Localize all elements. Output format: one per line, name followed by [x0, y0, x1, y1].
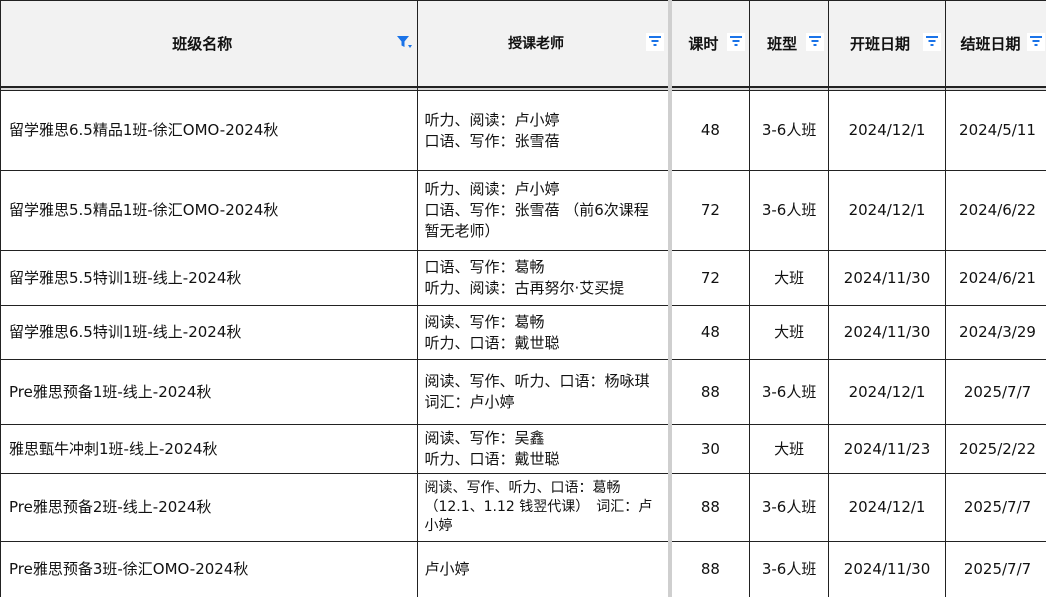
- type-cell[interactable]: 大班: [749, 250, 830, 306]
- header-teacher: 授课老师: [417, 0, 671, 88]
- table-row[interactable]: 留学雅思6.5特训1班-线上-2024秋 阅读、写作：葛畅 听力、口语：戴世聪 …: [0, 305, 1050, 360]
- table-row[interactable]: 留学雅思6.5精品1班-徐汇OMO-2024秋 听力、阅读：卢小婷 口语、写作：…: [0, 90, 1050, 171]
- end-date-cell[interactable]: 2025/7/7: [945, 359, 1050, 425]
- teacher-cell[interactable]: 阅读、写作、听力、口语：葛畅（12.1、1.12 钱翌代课） 词汇：卢小婷: [417, 473, 671, 542]
- table-row[interactable]: 留学雅思5.5精品1班-徐汇OMO-2024秋 听力、阅读：卢小婷 口语、写作：…: [0, 170, 1050, 251]
- filter-icon[interactable]: [1027, 33, 1045, 51]
- hours-cell[interactable]: 30: [667, 424, 751, 474]
- type-cell[interactable]: 3-6人班: [749, 541, 830, 597]
- teacher-cell[interactable]: 阅读、写作、听力、口语：杨咏琪 词汇：卢小婷: [417, 359, 671, 425]
- class-name-cell[interactable]: 留学雅思6.5特训1班-线上-2024秋: [0, 305, 419, 360]
- sheet-right-edge: [1046, 0, 1050, 597]
- end-date-cell[interactable]: 2024/5/11: [945, 90, 1050, 171]
- hours-cell[interactable]: 88: [667, 473, 751, 542]
- table-row[interactable]: 留学雅思5.5特训1班-线上-2024秋 口语、写作：葛畅 听力、阅读：古再努尔…: [0, 250, 1050, 306]
- class-name-cell[interactable]: 留学雅思5.5精品1班-徐汇OMO-2024秋: [0, 170, 419, 251]
- class-table: 班级名称 授课老师 课时 班型 开班日期 结班日期 留学雅思6.5精品1班-徐汇…: [0, 0, 1050, 597]
- type-cell[interactable]: 3-6人班: [749, 359, 830, 425]
- end-date-cell[interactable]: 2025/7/7: [945, 541, 1050, 597]
- filter-active-icon[interactable]: [395, 33, 413, 51]
- class-name-cell[interactable]: 留学雅思6.5精品1班-徐汇OMO-2024秋: [0, 90, 419, 171]
- table-row[interactable]: Pre雅思预备1班-线上-2024秋 阅读、写作、听力、口语：杨咏琪 词汇：卢小…: [0, 359, 1050, 425]
- class-name-cell[interactable]: 留学雅思5.5特训1班-线上-2024秋: [0, 250, 419, 306]
- hours-cell[interactable]: 72: [667, 250, 751, 306]
- header-class-name: 班级名称: [0, 0, 419, 88]
- filter-icon[interactable]: [727, 33, 746, 51]
- header-row: 班级名称 授课老师 课时 班型 开班日期 结班日期: [0, 0, 1050, 88]
- end-date-cell[interactable]: 2024/6/22: [945, 170, 1050, 251]
- header-start: 开班日期: [828, 0, 946, 88]
- header-hours: 课时: [667, 0, 751, 88]
- type-cell[interactable]: 3-6人班: [749, 170, 830, 251]
- teacher-cell[interactable]: 阅读、写作：葛畅 听力、口语：戴世聪: [417, 305, 671, 360]
- teacher-cell[interactable]: 卢小婷: [417, 541, 671, 597]
- header-class-name-label: 班级名称: [172, 34, 233, 53]
- class-name-cell[interactable]: Pre雅思预备1班-线上-2024秋: [0, 359, 419, 425]
- hours-cell[interactable]: 48: [667, 305, 751, 360]
- start-date-cell[interactable]: 2024/11/23: [828, 424, 946, 474]
- header-type: 班型: [749, 0, 830, 88]
- header-end: 结班日期: [945, 0, 1050, 88]
- filter-icon[interactable]: [806, 33, 825, 51]
- end-date-cell[interactable]: 2025/7/7: [945, 473, 1050, 542]
- teacher-cell[interactable]: 口语、写作：葛畅 听力、阅读：古再努尔·艾买提: [417, 250, 671, 306]
- end-date-cell[interactable]: 2024/3/29: [945, 305, 1050, 360]
- start-date-cell[interactable]: 2024/12/1: [828, 359, 946, 425]
- class-name-cell[interactable]: Pre雅思预备2班-线上-2024秋: [0, 473, 419, 542]
- start-date-cell[interactable]: 2024/12/1: [828, 90, 946, 171]
- teacher-cell[interactable]: 阅读、写作：吴鑫 听力、口语：戴世聪: [417, 424, 671, 474]
- teacher-cell[interactable]: 听力、阅读：卢小婷 口语、写作：张雪蓓: [417, 90, 671, 171]
- table-row[interactable]: Pre雅思预备2班-线上-2024秋 阅读、写作、听力、口语：葛畅（12.1、1…: [0, 473, 1050, 542]
- end-date-cell[interactable]: 2024/6/21: [945, 250, 1050, 306]
- header-teacher-label: 授课老师: [508, 36, 565, 53]
- type-cell[interactable]: 3-6人班: [749, 473, 830, 542]
- hours-cell[interactable]: 88: [667, 541, 751, 597]
- type-cell[interactable]: 大班: [749, 305, 830, 360]
- type-cell[interactable]: 大班: [749, 424, 830, 474]
- start-date-cell[interactable]: 2024/11/30: [828, 541, 946, 597]
- type-cell[interactable]: 3-6人班: [749, 90, 830, 171]
- start-date-cell[interactable]: 2024/12/1: [828, 473, 946, 542]
- start-date-cell[interactable]: 2024/11/30: [828, 305, 946, 360]
- end-date-cell[interactable]: 2025/2/22: [945, 424, 1050, 474]
- spreadsheet: 班级名称 授课老师 课时 班型 开班日期 结班日期 留学雅思6.5精品1班-徐汇…: [0, 0, 1050, 597]
- start-date-cell[interactable]: 2024/12/1: [828, 170, 946, 251]
- teacher-cell[interactable]: 听力、阅读：卢小婷 口语、写作：张雪蓓 （前6次课程暂无老师）: [417, 170, 671, 251]
- hours-cell[interactable]: 48: [667, 90, 751, 171]
- hours-cell[interactable]: 72: [667, 170, 751, 251]
- hours-cell[interactable]: 88: [667, 359, 751, 425]
- table-row[interactable]: Pre雅思预备3班-徐汇OMO-2024秋 卢小婷 88 3-6人班 2024/…: [0, 541, 1050, 597]
- filter-icon[interactable]: [645, 33, 664, 51]
- start-date-cell[interactable]: 2024/11/30: [828, 250, 946, 306]
- class-name-cell[interactable]: Pre雅思预备3班-徐汇OMO-2024秋: [0, 541, 419, 597]
- filter-icon[interactable]: [923, 33, 941, 51]
- table-row[interactable]: 雅思甄牛冲刺1班-线上-2024秋 阅读、写作：吴鑫 听力、口语：戴世聪 30 …: [0, 424, 1050, 474]
- class-name-cell[interactable]: 雅思甄牛冲刺1班-线上-2024秋: [0, 424, 419, 474]
